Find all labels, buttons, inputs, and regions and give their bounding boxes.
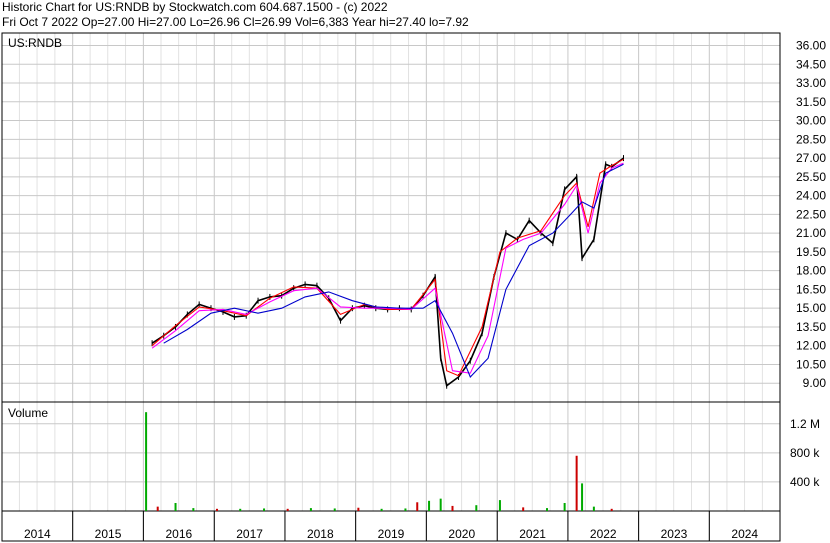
price-tick-label: 13.50: [796, 320, 826, 334]
stock-chart: US:RNDB Volume 36.00 34.50 33.00 31.50 30.00…: [1, 32, 826, 542]
price-tick-label: 30.00: [796, 114, 826, 128]
price-tick-label: 21.00: [796, 226, 826, 240]
volume-bar: [563, 503, 566, 511]
price-axis: 36.00 34.50 33.00 31.50 30.00 28.50 27.00 25.50…: [796, 39, 826, 391]
price-tick-label: 36.00: [796, 39, 826, 53]
volume-bar: [498, 500, 501, 511]
price-tick-label: 28.50: [796, 132, 826, 146]
year-label: 2015: [95, 527, 122, 541]
price-tick-label: 15.00: [796, 301, 826, 315]
volume-axis: 1.2 M 800 k 400 k: [790, 417, 820, 489]
price-tick-label: 10.50: [796, 357, 826, 371]
volume-bar: [145, 412, 148, 511]
volume-bar: [309, 508, 312, 511]
volume-bar: [263, 508, 266, 511]
year-axis: 2014 2015 2016 2017 2018 2019 2020 2021 2022 2023…: [24, 527, 758, 541]
volume-label: Volume: [8, 406, 48, 420]
price-tick-label: 33.00: [796, 76, 826, 90]
year-label: 2023: [661, 527, 688, 541]
year-label: 2022: [590, 527, 617, 541]
volume-bar: [192, 508, 195, 511]
price-tick-label: 25.50: [796, 170, 826, 184]
symbol-label: US:RNDB: [8, 36, 62, 50]
series-line-ma-mid: [151, 162, 624, 374]
series-line-close: [151, 157, 624, 388]
volume-bar: [451, 505, 454, 511]
price-tick-label: 34.50: [796, 57, 826, 71]
volume-tick-label: 400 k: [790, 475, 820, 489]
volume-bar: [575, 455, 578, 511]
price-series: [151, 155, 625, 389]
volume-bar: [357, 507, 360, 511]
price-tick-label: 19.50: [796, 245, 826, 259]
series-line-ma-short: [151, 158, 624, 377]
volume-tick-label: 1.2 M: [790, 417, 820, 431]
volume-bar: [286, 508, 289, 511]
year-label: 2019: [378, 527, 405, 541]
volume-bar: [522, 507, 525, 511]
year-label: 2021: [519, 527, 546, 541]
year-label: 2014: [24, 527, 51, 541]
volume-bar: [592, 506, 595, 511]
volume-bar: [174, 503, 177, 511]
volume-bars: [145, 412, 613, 511]
price-tick-label: 31.50: [796, 95, 826, 109]
price-tick-label: 12.00: [796, 339, 826, 353]
volume-bar: [416, 502, 419, 511]
volume-bar: [380, 508, 383, 511]
year-label: 2020: [448, 527, 475, 541]
year-label: 2024: [731, 527, 758, 541]
volume-bar: [333, 508, 336, 511]
volume-bar: [475, 505, 478, 511]
price-tick-label: 9.00: [803, 376, 827, 390]
price-tick-label: 27.00: [796, 151, 826, 165]
volume-bar: [428, 500, 431, 511]
volume-bar: [581, 483, 584, 511]
year-label: 2018: [307, 527, 334, 541]
volume-bar: [610, 508, 613, 511]
volume-bar: [546, 508, 549, 511]
volume-bar: [215, 508, 218, 511]
year-label: 2016: [165, 527, 192, 541]
volume-tick-label: 800 k: [790, 446, 820, 460]
grid-lines: [1, 33, 780, 541]
volume-bar: [156, 506, 159, 511]
volume-bar: [404, 508, 407, 511]
volume-bar: [439, 498, 442, 511]
price-tick-label: 16.50: [796, 282, 826, 296]
price-tick-label: 22.50: [796, 207, 826, 221]
volume-bar: [239, 508, 242, 511]
price-tick-label: 18.00: [796, 264, 826, 278]
year-label: 2017: [236, 527, 263, 541]
price-tick-label: 24.00: [796, 189, 826, 203]
